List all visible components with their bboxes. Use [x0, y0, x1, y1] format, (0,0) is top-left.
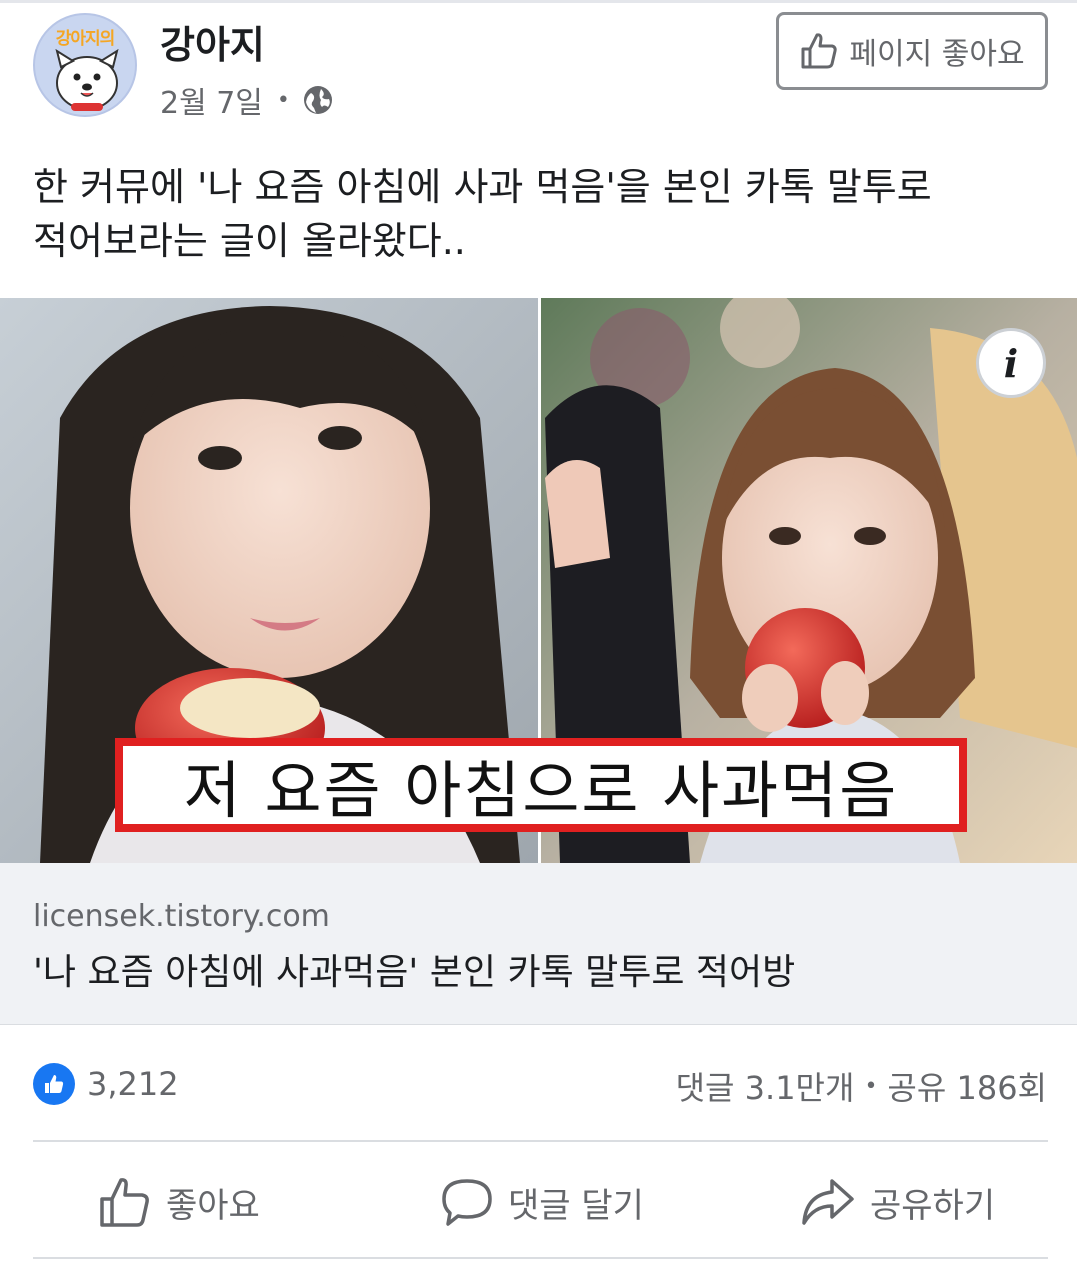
share-button-label: 공유하기: [870, 1185, 996, 1226]
engagement-counts: 댓글 3.1만개 • 공유 186회: [676, 1063, 1047, 1109]
action-bar: 좋아요 댓글 달기 공유하기: [0, 1142, 1077, 1257]
like-button[interactable]: 좋아요: [98, 1172, 260, 1232]
link-title: '나 요즘 아침에 사과먹음' 본인 카톡 말투로 적어방: [33, 952, 796, 993]
like-page-button[interactable]: 페이지 좋아요: [776, 12, 1048, 90]
post-image[interactable]: i 저 요즘 아침으로 사과먹음: [0, 298, 1077, 863]
meta-separator: •: [276, 87, 290, 113]
comment-button-label: 댓글 달기: [508, 1185, 644, 1226]
comment-count[interactable]: 댓글 3.1만개: [676, 1063, 855, 1109]
comment-bubble-icon: [442, 1179, 492, 1226]
stats-separator: •: [864, 1073, 878, 1099]
comment-button[interactable]: 댓글 달기: [440, 1172, 644, 1232]
post-text: 한 커뮤에 '나 요즘 아침에 사과 먹음'을 본인 카톡 말투로 적어보라는 …: [33, 160, 1043, 268]
globe-icon: [303, 86, 332, 114]
post-header: 강아지의 강아지 2월 7일 • 페이지 좋아요: [0, 0, 1077, 130]
post-date[interactable]: 2월 7일: [160, 78, 263, 122]
divider: [33, 1257, 1048, 1259]
like-reaction-icon: [33, 1063, 75, 1105]
thumbs-up-icon: [801, 33, 838, 69]
link-preview[interactable]: licensek.tistory.com '나 요즘 아침에 사과먹음' 본인 …: [0, 863, 1077, 1025]
post-stats: 3,212 댓글 3.1만개 • 공유 186회: [0, 1025, 1077, 1140]
share-arrow-icon: [802, 1179, 854, 1225]
post-text-line: 적어보라는 글이 올라왔다..: [33, 219, 466, 263]
like-page-label: 페이지 좋아요: [849, 37, 1025, 72]
like-count: 3,212: [87, 1065, 179, 1103]
thumbs-up-icon: [100, 1178, 149, 1227]
share-count[interactable]: 공유 186회: [887, 1063, 1047, 1109]
link-domain: licensek.tistory.com: [33, 899, 330, 934]
ad-info-button[interactable]: i: [976, 328, 1046, 398]
post-text-line: 한 커뮤에 '나 요즘 아침에 사과 먹음'을 본인 카톡 말투로: [33, 165, 932, 209]
page-name[interactable]: 강아지: [160, 14, 265, 69]
image-caption: 저 요즘 아침으로 사과먹음: [115, 738, 967, 832]
page-avatar[interactable]: 강아지의: [33, 13, 137, 117]
post-meta: 2월 7일 •: [160, 78, 334, 122]
share-button[interactable]: 공유하기: [800, 1172, 995, 1232]
reaction-summary[interactable]: 3,212: [33, 1063, 179, 1105]
like-button-label: 좋아요: [166, 1185, 260, 1226]
dog-face-icon: [55, 48, 119, 111]
